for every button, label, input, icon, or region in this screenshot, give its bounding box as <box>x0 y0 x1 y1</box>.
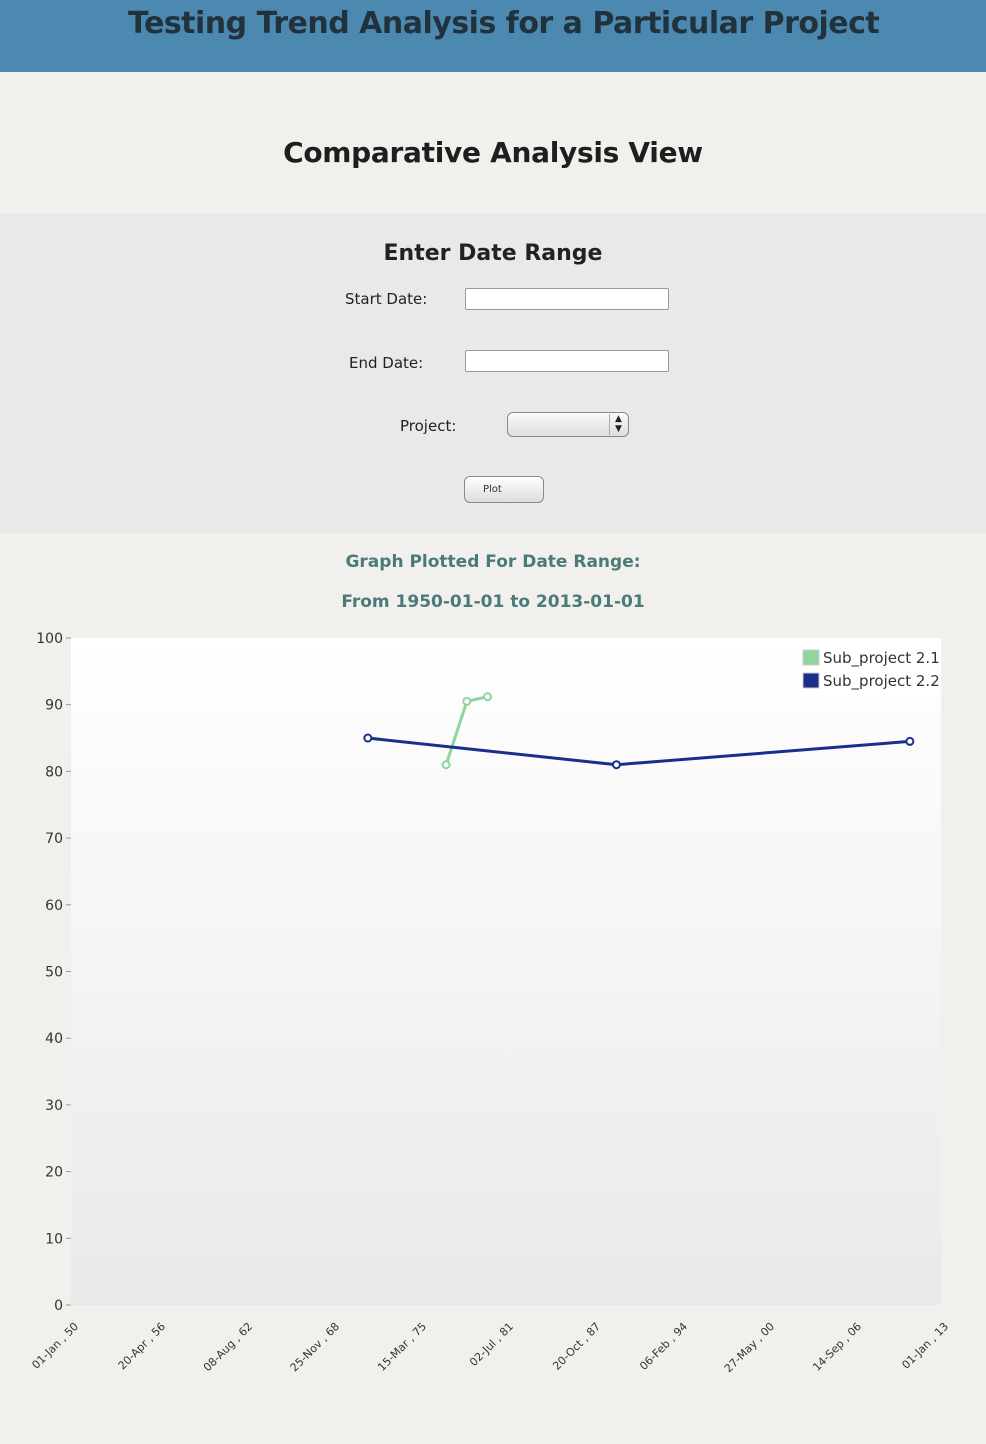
x-tick-label: 02-Jul , 81 <box>467 1320 516 1369</box>
start-date-label: Start Date: <box>345 290 428 308</box>
data-point <box>905 736 915 746</box>
legend-swatch <box>802 649 820 666</box>
plot-area <box>71 638 941 1305</box>
data-point <box>611 760 621 770</box>
header-bar: Testing Trend Analysis for a Particular … <box>0 0 986 72</box>
y-tick-label: 100 <box>36 631 63 647</box>
legend-swatch <box>802 672 820 689</box>
y-tick-label: 0 <box>54 1298 63 1314</box>
data-point <box>441 760 451 770</box>
form-title: Enter Date Range <box>383 241 603 266</box>
select-arrows-icon: ▲ ▼ <box>609 414 627 435</box>
view-title: Comparative Analysis View <box>283 136 703 169</box>
x-tick-label: 20-Oct , 87 <box>550 1320 603 1373</box>
line-chart: 0 10 20 30 40 50 60 70 80 90 100 01-Jan , 50 20-Apr… <box>29 631 951 1375</box>
y-tick-label: 30 <box>45 1098 63 1114</box>
data-point <box>462 696 472 706</box>
x-tick-label: 25-Nov , 68 <box>288 1320 342 1374</box>
data-point <box>363 733 373 743</box>
x-tick-label: 01-Jan , 13 <box>899 1320 951 1372</box>
y-tick-label: 10 <box>45 1231 63 1247</box>
graph-range-text: From 1950-01-01 to 2013-01-01 <box>341 592 645 612</box>
x-tick-label: 01-Jan , 50 <box>29 1320 81 1372</box>
legend-label: Sub_project 2.2 <box>823 672 940 691</box>
x-tick-label: 14-Sep , 06 <box>810 1320 864 1374</box>
end-date-label: End Date: <box>349 354 424 372</box>
start-date-input[interactable] <box>465 288 669 310</box>
x-tick-label: 06-Feb , 94 <box>637 1320 690 1373</box>
y-tick-label: 90 <box>45 698 63 714</box>
project-select[interactable]: ▲ ▼ <box>507 412 629 437</box>
x-tick-label: 08-Aug , 62 <box>201 1320 255 1374</box>
y-tick-label: 40 <box>45 1031 63 1047</box>
y-tick-label: 70 <box>45 831 63 847</box>
y-tick-label: 50 <box>45 965 63 981</box>
y-tick-label: 60 <box>45 898 63 914</box>
x-tick-label: 15-Mar , 75 <box>375 1320 429 1374</box>
date-range-form: Enter Date Range Start Date: End Date: P… <box>0 213 986 533</box>
data-point <box>483 692 493 702</box>
y-tick-label: 80 <box>45 764 63 780</box>
end-date-input[interactable] <box>465 350 669 372</box>
project-label: Project: <box>400 417 457 435</box>
page-title: Testing Trend Analysis for a Particular … <box>128 6 880 41</box>
x-tick-label: 20-Apr , 56 <box>116 1320 169 1373</box>
plot-button[interactable]: Plot <box>464 476 544 503</box>
graph-caption: Graph Plotted For Date Range: <box>345 552 641 572</box>
legend-label: Sub_project 2.1 <box>823 649 940 668</box>
y-tick-label: 20 <box>45 1165 63 1181</box>
x-tick-label: 27-May , 00 <box>722 1320 777 1375</box>
